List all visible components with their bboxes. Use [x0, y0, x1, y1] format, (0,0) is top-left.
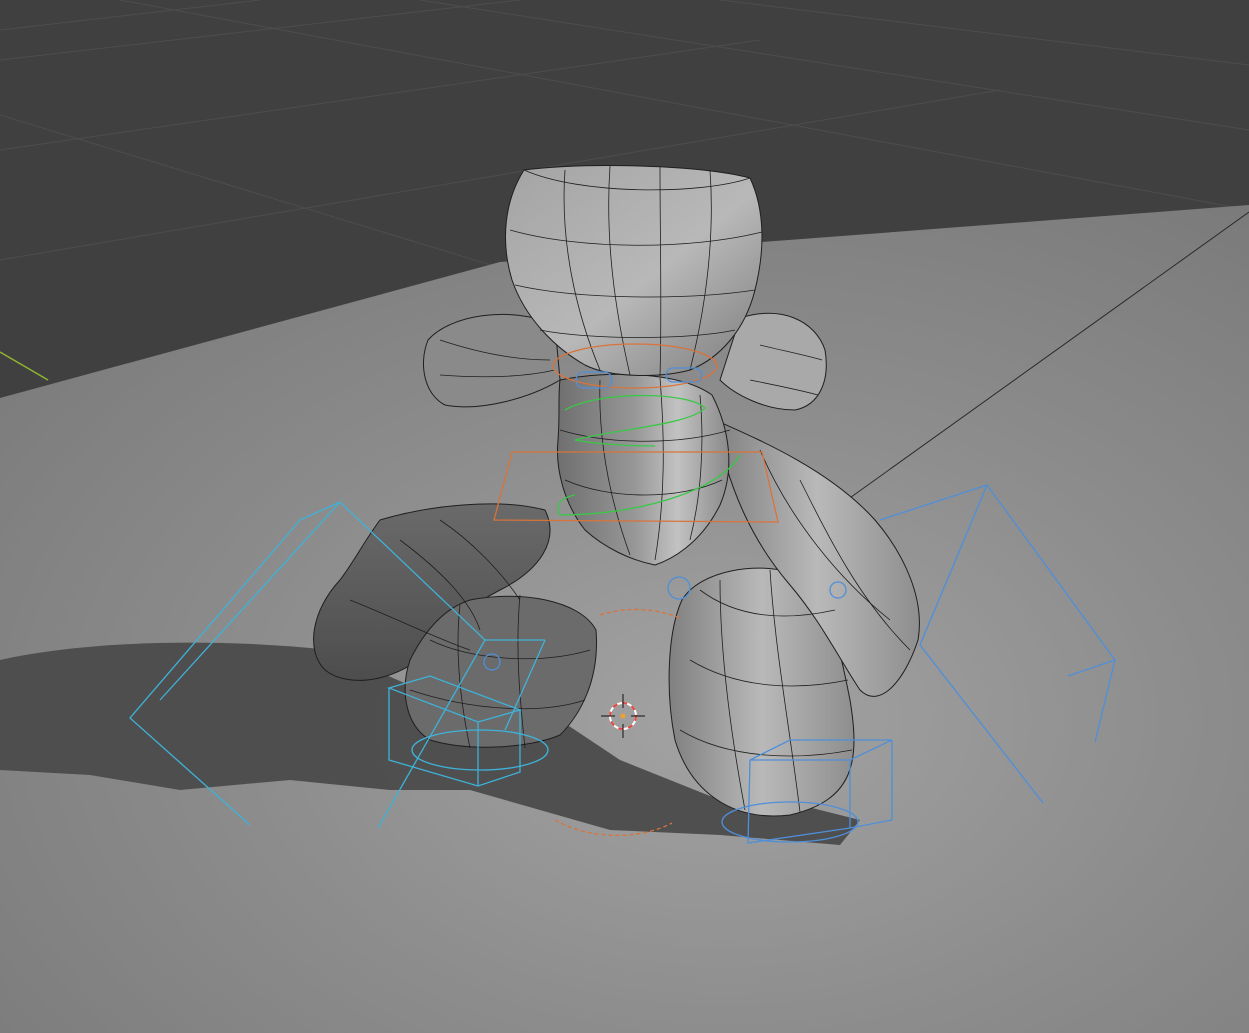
3d-viewport[interactable]: [0, 0, 1249, 1033]
pivot-gizmo-icon: [620, 713, 626, 719]
viewport-canvas[interactable]: [0, 0, 1249, 1033]
